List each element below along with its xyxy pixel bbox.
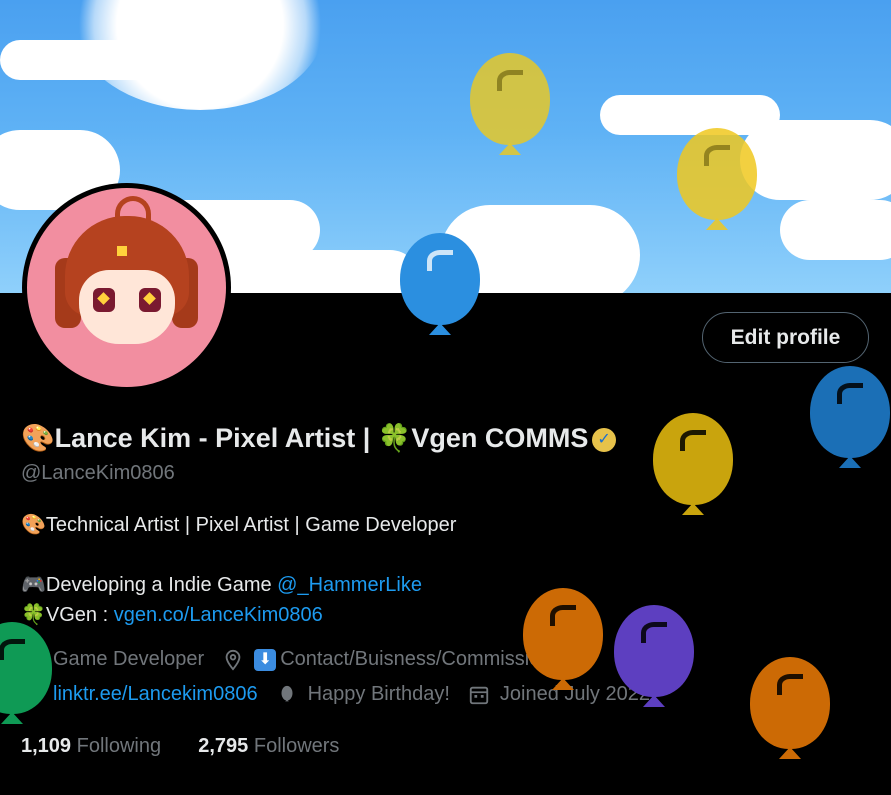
avatar-image xyxy=(27,188,226,387)
cloud xyxy=(780,200,891,260)
palette-emoji: 🎨 xyxy=(21,423,55,453)
follow-stats: 1,109 Following 2,795 Followers xyxy=(21,735,339,758)
balloon-decoration xyxy=(653,413,733,515)
profile-meta-row: Game Developer ⬇ Contact/Buisness/Commiss… xyxy=(21,648,597,671)
clover-emoji: 🍀 xyxy=(21,604,46,626)
palette-emoji: 🎨 xyxy=(21,514,46,536)
following-link[interactable]: 1,109 Following xyxy=(21,735,161,757)
gamepad-emoji: 🎮 xyxy=(21,574,46,596)
edit-profile-button[interactable]: Edit profile xyxy=(702,312,869,363)
birthday-item: Happy Birthday! xyxy=(276,683,450,706)
balloon-decoration xyxy=(470,53,550,155)
bio-line: 🎨Technical Artist | Pixel Artist | Game … xyxy=(21,514,457,536)
user-handle: @LanceKim0806 xyxy=(21,462,175,484)
website-item: linktr.ee/Lancekim0806 xyxy=(21,683,258,706)
balloon-decoration xyxy=(614,605,694,707)
followers-link[interactable]: 2,795 Followers xyxy=(198,735,339,757)
balloon-decoration xyxy=(677,128,757,230)
vgen-link[interactable]: vgen.co/LanceKim0806 xyxy=(114,604,323,626)
calendar-icon xyxy=(469,686,489,704)
clover-emoji: 🍀 xyxy=(377,423,412,453)
bio-line: 🎮Developing a Indie Game @_HammerLike xyxy=(21,574,422,596)
website-link[interactable]: linktr.ee/Lancekim0806 xyxy=(53,683,258,706)
cloud xyxy=(0,40,160,80)
avatar[interactable] xyxy=(22,183,231,392)
balloon-decoration xyxy=(523,588,603,690)
location-pin-icon xyxy=(225,649,241,671)
cloud xyxy=(740,120,891,200)
balloon-decoration xyxy=(400,233,480,335)
down-arrow-icon: ⬇ xyxy=(254,648,277,671)
balloon-icon xyxy=(281,685,293,701)
profile-meta-row: linktr.ee/Lancekim0806 Happy Birthday! J… xyxy=(21,683,668,706)
bio-line: 🍀VGen : vgen.co/LanceKim0806 xyxy=(21,604,323,626)
bio: 🎨Technical Artist | Pixel Artist | Game … xyxy=(21,510,456,630)
balloon-decoration xyxy=(810,366,890,468)
display-name: 🎨Lance Kim - Pixel Artist | 🍀Vgen COMMS xyxy=(21,422,617,454)
mention-link[interactable]: @_HammerLike xyxy=(277,574,422,596)
cloud xyxy=(210,250,420,293)
balloon-decoration xyxy=(750,657,830,759)
verified-badge-icon[interactable] xyxy=(592,427,617,452)
